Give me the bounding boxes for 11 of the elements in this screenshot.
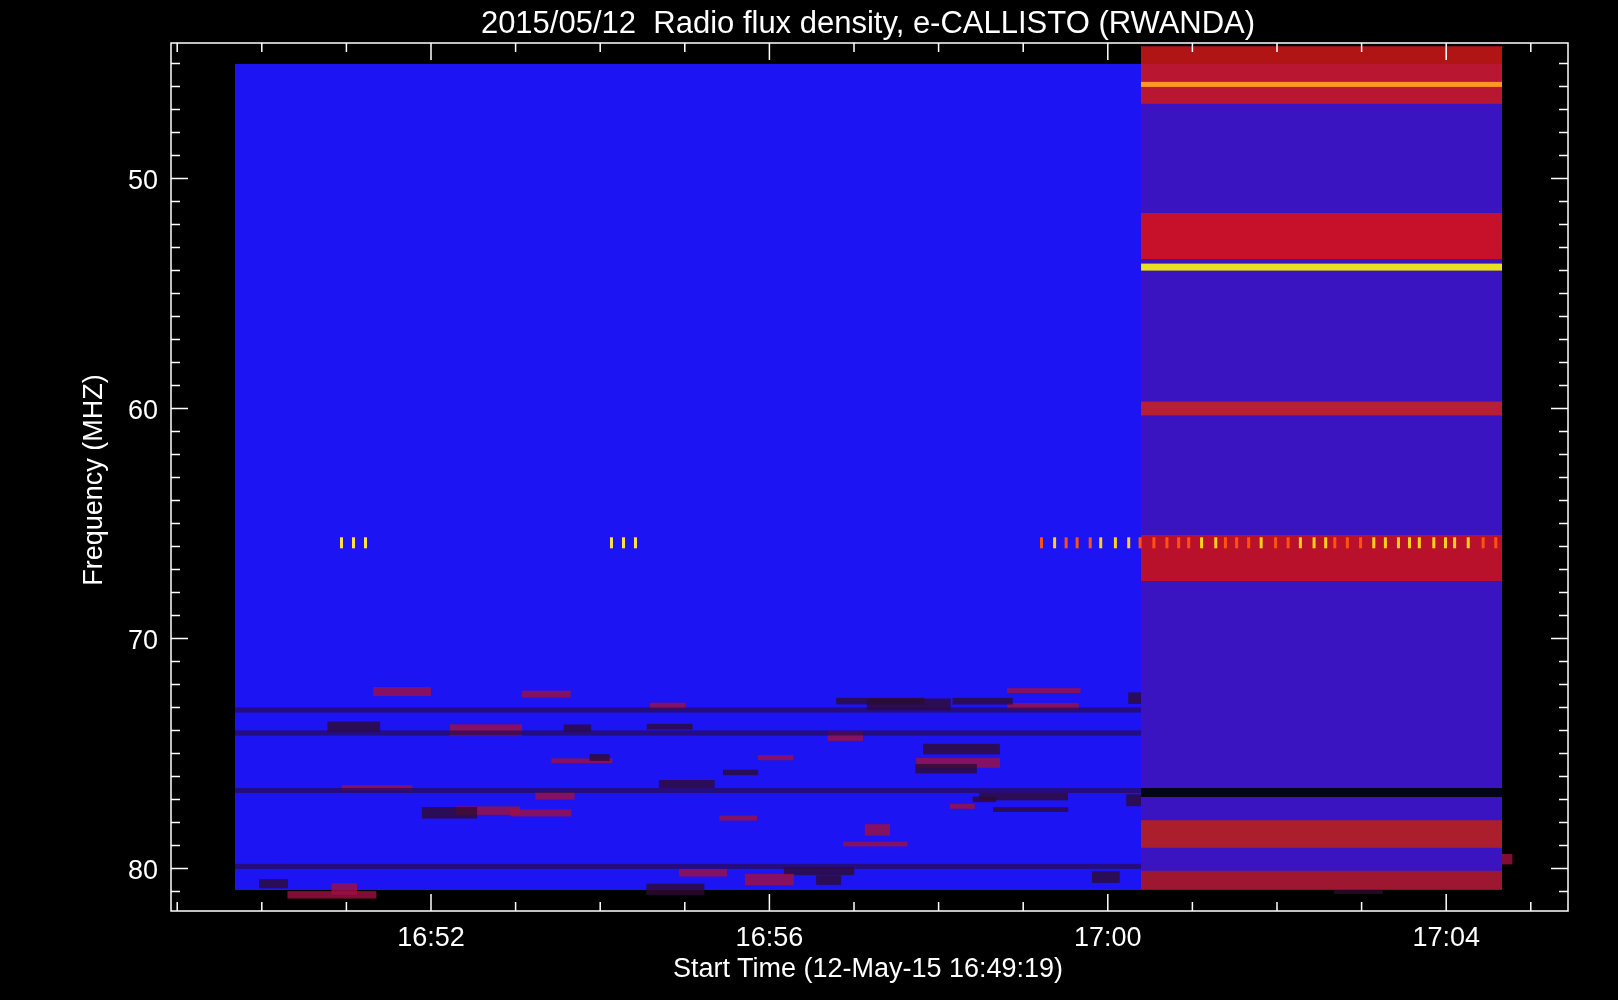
tick-label: 16:56 xyxy=(735,922,804,952)
axis-label: Start Time (12-May-15 16:49:19) xyxy=(672,953,1064,983)
tick-label: 80 xyxy=(127,854,158,885)
tick-label: 50 xyxy=(127,164,158,195)
tick-label: 60 xyxy=(127,394,158,425)
tick-label: 70 xyxy=(127,624,158,655)
axis-label: Frequency (MHZ) xyxy=(78,374,108,586)
tick-label: 17:00 xyxy=(1074,922,1142,952)
tick-label: 17:04 xyxy=(1412,922,1480,952)
tick-label: 16:52 xyxy=(397,922,465,952)
chart-title: 2015/05/12 Radio flux density, e-CALLISTO (RWANDA) xyxy=(480,5,1256,40)
